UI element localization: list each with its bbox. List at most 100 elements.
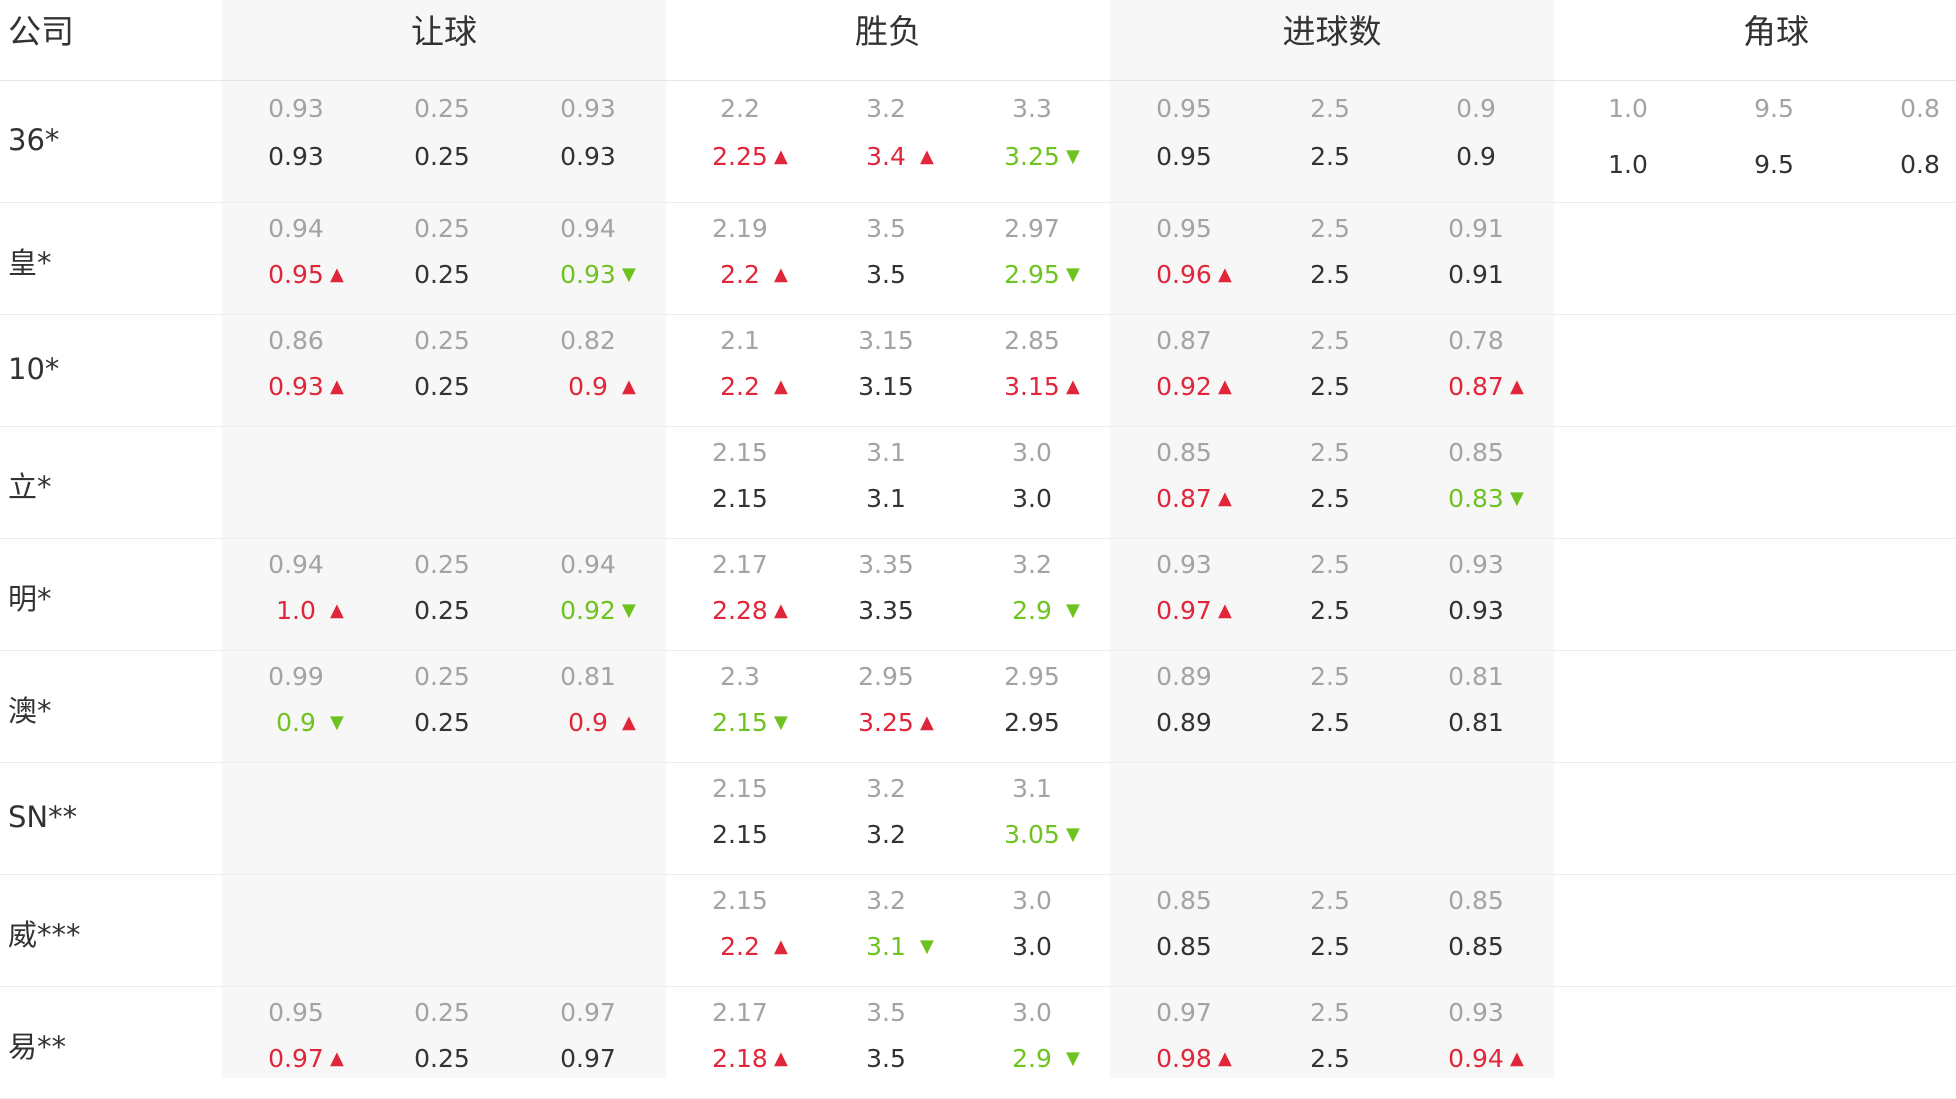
odds-value: 2.15: [712, 484, 768, 513]
odds-value: 0.95: [1156, 142, 1212, 171]
odds-value: 0.93: [268, 142, 324, 171]
table-row: 10* 0.86 0.25 0.82 0.93 ▲ 0.25 0.9 ▲ 2.1 3.15 2.85 2…: [0, 314, 1956, 427]
goals-current-odds: 0.85: [1111, 932, 1257, 961]
arrow-down-icon: ▼: [330, 712, 344, 733]
goals-current-odds: 0.97 ▲: [1111, 596, 1257, 625]
winlose-current-odds: 3.2: [813, 820, 959, 849]
arrow-up-icon: ▲: [1218, 1048, 1232, 1069]
arrow-up-icon: ▲: [774, 146, 788, 167]
winlose-current-odds: 3.5: [813, 260, 959, 289]
arrow-up-icon: ▲: [1218, 264, 1232, 285]
odds-value: 2.9: [1012, 596, 1052, 625]
goals-opening-odds: 0.78: [1448, 326, 1504, 355]
winlose-current-odds: 2.18 ▲: [667, 1044, 813, 1073]
odds-value: 3.35: [858, 596, 914, 625]
handicap-opening-odds: 0.25: [414, 326, 470, 355]
arrow-up-icon: ▲: [774, 1048, 788, 1069]
handicap-current-odds: 0.93: [515, 142, 661, 171]
goals-opening-odds: 0.85: [1448, 886, 1504, 915]
arrow-up-icon: ▲: [330, 264, 344, 285]
odds-value: 2.15: [712, 820, 768, 849]
handicap-current-odds: 0.9 ▼: [223, 708, 369, 737]
goals-opening-odds: 2.5: [1310, 550, 1350, 579]
handicap-current-odds: 0.25: [369, 142, 515, 171]
winlose-current-odds: 3.1: [813, 484, 959, 513]
winlose-current-odds: 2.2 ▲: [667, 372, 813, 401]
winlose-current-odds: 2.15 ▼: [667, 708, 813, 737]
odds-value: 3.25: [1004, 142, 1060, 171]
handicap-current-odds: 0.25: [369, 260, 515, 289]
handicap-opening-odds: 0.25: [414, 214, 470, 243]
arrow-up-icon: ▲: [1510, 1048, 1524, 1069]
goals-opening-odds: 0.87: [1156, 326, 1212, 355]
odds-value: 0.89: [1156, 708, 1212, 737]
odds-value: 0.93: [560, 142, 616, 171]
odds-value: 0.25: [414, 260, 470, 289]
arrow-down-icon: ▼: [1066, 600, 1080, 621]
header-goals: 进球数: [1282, 12, 1382, 51]
winlose-opening-odds: 3.0: [1012, 438, 1052, 467]
arrow-up-icon: ▲: [1510, 376, 1524, 397]
odds-value: 0.97: [268, 1044, 324, 1073]
goals-current-odds: 0.89: [1111, 708, 1257, 737]
company-name: SN**: [8, 800, 78, 834]
goals-current-odds: 0.9: [1403, 142, 1549, 171]
winlose-current-odds: 3.15 ▲: [959, 372, 1105, 401]
goals-opening-odds: 0.91: [1448, 214, 1504, 243]
winlose-opening-odds: 3.1: [1012, 774, 1052, 803]
goals-opening-odds: 0.95: [1156, 214, 1212, 243]
winlose-opening-odds: 3.2: [866, 886, 906, 915]
goals-current-odds: 0.95: [1111, 142, 1257, 171]
header-win-lose: 胜负: [855, 12, 921, 51]
odds-value: 2.18: [712, 1044, 768, 1073]
odds-value: 0.97: [560, 1044, 616, 1073]
odds-value: 2.5: [1310, 484, 1350, 513]
handicap-opening-odds: 0.94: [560, 214, 616, 243]
corners-opening-odds: 1.0: [1608, 94, 1648, 123]
table-header: 公司 让球 胜负 进球数 角球: [0, 0, 1956, 81]
table-row: 立* 2.15 3.1 3.0 2.15 3.1 3.0 0.85 2.5 0.85 0.87 ▲ 2.…: [0, 426, 1956, 539]
goals-current-odds: 2.5: [1257, 484, 1403, 513]
table-row: 明* 0.94 0.25 0.94 1.0 ▲ 0.25 0.92 ▼ 2.17 3.35 3.2 2.…: [0, 538, 1956, 651]
winlose-opening-odds: 3.1: [866, 438, 906, 467]
winlose-opening-odds: 3.15: [858, 326, 914, 355]
odds-value: 1.0: [1608, 150, 1648, 179]
arrow-down-icon: ▼: [1510, 488, 1524, 509]
winlose-current-odds: 3.05 ▼: [959, 820, 1105, 849]
odds-value: 2.95: [1004, 260, 1060, 289]
goals-opening-odds: 2.5: [1310, 438, 1350, 467]
odds-value: 3.0: [1012, 484, 1052, 513]
odds-value: 0.25: [414, 708, 470, 737]
odds-value: 0.96: [1156, 260, 1212, 289]
handicap-opening-odds: 0.97: [560, 998, 616, 1027]
company-name: 威***: [8, 918, 81, 952]
goals-opening-odds: 0.85: [1156, 438, 1212, 467]
odds-value: 0.9: [568, 708, 608, 737]
handicap-current-odds: 0.9 ▲: [515, 372, 661, 401]
goals-opening-odds: 0.9: [1456, 94, 1496, 123]
goals-current-odds: 0.98 ▲: [1111, 1044, 1257, 1073]
winlose-opening-odds: 2.85: [1004, 326, 1060, 355]
odds-value: 2.5: [1310, 142, 1350, 171]
odds-value: 0.95: [268, 260, 324, 289]
table-row: 澳* 0.99 0.25 0.81 0.9 ▼ 0.25 0.9 ▲ 2.3 2.95 2.95 2.1…: [0, 650, 1956, 763]
company-name: 易**: [8, 1030, 67, 1064]
goals-opening-odds: 0.93: [1448, 550, 1504, 579]
goals-current-odds: 2.5: [1257, 596, 1403, 625]
arrow-down-icon: ▼: [1066, 264, 1080, 285]
handicap-opening-odds: 0.94: [560, 550, 616, 579]
odds-value: 0.25: [414, 142, 470, 171]
winlose-current-odds: 2.25 ▲: [667, 142, 813, 171]
odds-value: 0.9: [568, 372, 608, 401]
winlose-opening-odds: 2.19: [712, 214, 768, 243]
odds-value: 0.93: [268, 372, 324, 401]
handicap-opening-odds: 0.81: [560, 662, 616, 691]
handicap-opening-odds: 0.99: [268, 662, 324, 691]
table-row: 易** 0.95 0.25 0.97 0.97 ▲ 0.25 0.97 2.17 3.5 3.0 2.…: [0, 986, 1956, 1099]
handicap-opening-odds: 0.95: [268, 998, 324, 1027]
odds-value: 3.05: [1004, 820, 1060, 849]
arrow-up-icon: ▲: [622, 376, 636, 397]
goals-opening-odds: 0.93: [1448, 998, 1504, 1027]
company-name: 立*: [8, 470, 52, 504]
goals-opening-odds: 2.5: [1310, 214, 1350, 243]
